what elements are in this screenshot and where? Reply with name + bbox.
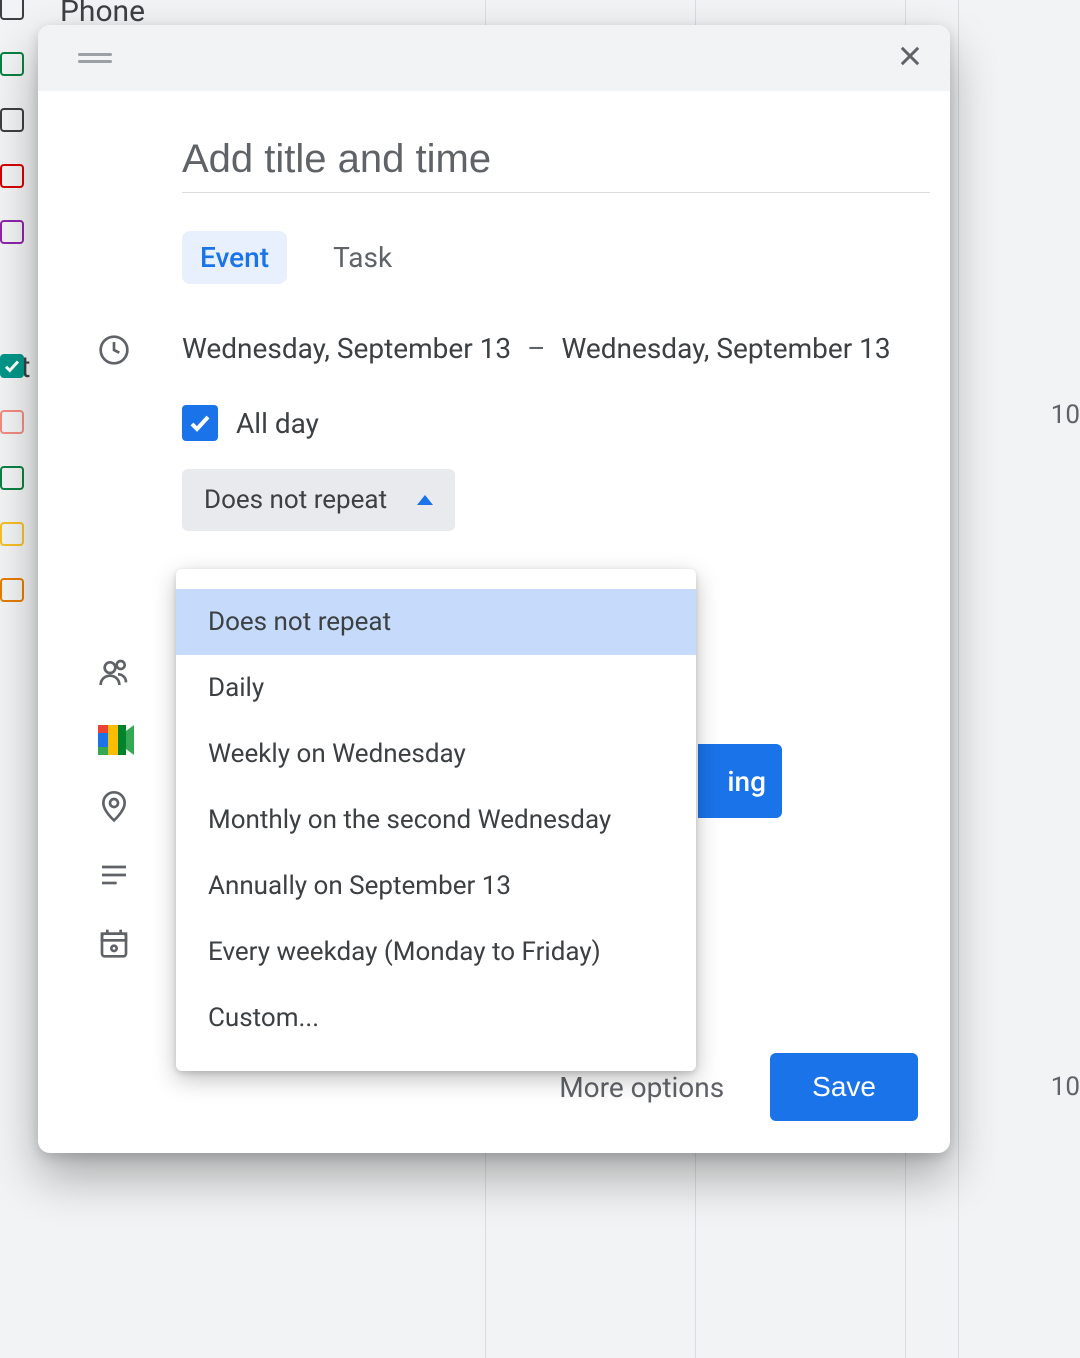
people-icon xyxy=(98,657,130,689)
repeat-dropdown-menu: Does not repeat Daily Weekly on Wednesda… xyxy=(176,569,696,1071)
event-type-tabs: Event Task xyxy=(182,231,918,284)
google-meet-icon xyxy=(98,725,134,755)
drag-handle-icon[interactable] xyxy=(78,53,112,63)
dialog-header xyxy=(38,25,950,91)
all-day-checkbox[interactable] xyxy=(182,405,218,441)
repeat-option-custom[interactable]: Custom... xyxy=(176,985,696,1051)
add-meet-button-partial[interactable]: ing xyxy=(698,744,782,818)
description-icon xyxy=(98,859,130,891)
bg-calendar-swatches xyxy=(0,0,34,602)
repeat-option-does-not-repeat[interactable]: Does not repeat xyxy=(176,589,696,655)
repeat-selected-label: Does not repeat xyxy=(204,485,387,515)
create-event-dialog: Event Task Wednesday, September 13 – Wed… xyxy=(38,25,950,1153)
start-date[interactable]: Wednesday, September 13 xyxy=(182,332,511,365)
close-button[interactable] xyxy=(896,42,924,74)
tab-event[interactable]: Event xyxy=(182,231,287,284)
end-date[interactable]: Wednesday, September 13 xyxy=(561,332,890,365)
location-pin-icon xyxy=(98,791,130,823)
clock-icon xyxy=(98,334,130,366)
tab-task[interactable]: Task xyxy=(315,231,410,284)
bg-time-mark: 10 xyxy=(1051,1072,1080,1102)
repeat-option-annually[interactable]: Annually on September 13 xyxy=(176,853,696,919)
repeat-dropdown-button[interactable]: Does not repeat xyxy=(182,469,455,531)
all-day-label: All day xyxy=(236,407,319,440)
repeat-option-weekdays[interactable]: Every weekday (Monday to Friday) xyxy=(176,919,696,985)
calendar-icon xyxy=(98,927,130,959)
arrow-up-icon xyxy=(417,495,433,505)
save-button[interactable]: Save xyxy=(770,1053,918,1121)
repeat-option-daily[interactable]: Daily xyxy=(176,655,696,721)
date-time-row: Wednesday, September 13 – Wednesday, Sep… xyxy=(70,332,918,531)
repeat-option-monthly[interactable]: Monthly on the second Wednesday xyxy=(176,787,696,853)
repeat-option-weekly[interactable]: Weekly on Wednesday xyxy=(176,721,696,787)
bg-time-mark: 10 xyxy=(1051,400,1080,430)
date-separator: – xyxy=(527,332,545,365)
event-title-input[interactable] xyxy=(182,131,930,193)
